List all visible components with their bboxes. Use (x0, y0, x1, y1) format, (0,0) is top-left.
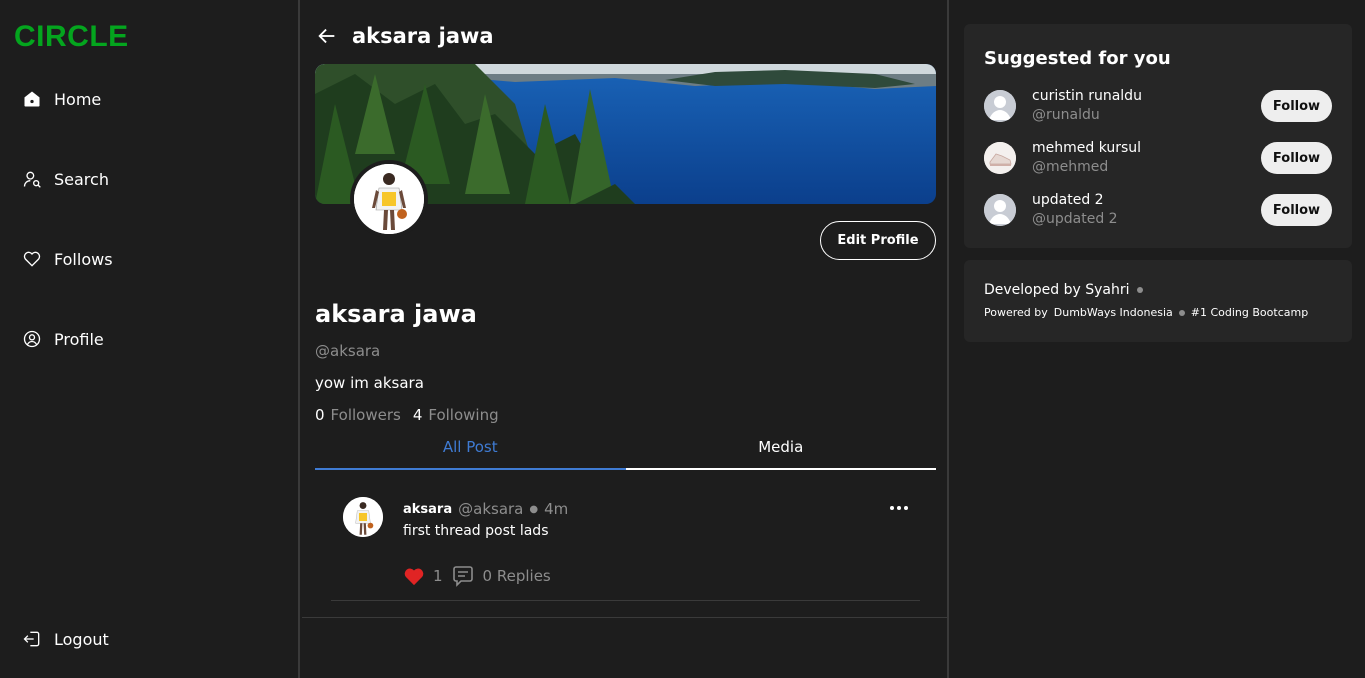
player-avatar-image (354, 164, 424, 234)
post-meta: aksara @aksara ● 4m (403, 500, 568, 518)
suggested-user: curistin runaldu @runaldu Follow (984, 88, 1332, 128)
edit-profile-button[interactable]: Edit Profile (820, 221, 936, 260)
suggested-user-name[interactable]: mehmed kursul (1032, 140, 1141, 156)
nav-follows-label: Follows (54, 249, 113, 269)
profile-name: aksara jawa (315, 300, 477, 328)
logo[interactable]: CIRCLE (14, 20, 129, 54)
divider (302, 617, 949, 618)
separator-dot: ● (529, 503, 539, 515)
nav-profile-label: Profile (54, 329, 104, 349)
suggested-title: Suggested for you (984, 48, 1171, 69)
profile-stats: 0 Followers 4 Following (315, 406, 505, 424)
profile-bio: yow im aksara (315, 374, 424, 392)
powered-by: Powered by DumbWays Indonesia #1 Coding … (984, 306, 1308, 319)
nav-search-label: Search (54, 169, 109, 189)
player-avatar-image (343, 497, 383, 537)
developer-card: Developed by Syahri Powered by DumbWays … (964, 260, 1352, 342)
suggested-user-name[interactable]: curistin runaldu (1032, 88, 1142, 104)
nav-logout[interactable]: Logout (22, 629, 109, 649)
heart-filled-icon (404, 568, 424, 586)
home-icon (24, 91, 40, 107)
heart-icon (23, 251, 41, 267)
sneaker-avatar[interactable] (984, 142, 1016, 174)
user-placeholder-icon[interactable] (984, 194, 1016, 226)
suggested-user-handle: @mehmed (1032, 159, 1109, 175)
developed-by-text: Developed by Syahri (984, 282, 1130, 298)
page-header: aksara jawa (316, 24, 494, 48)
nav-search[interactable]: Search (22, 169, 109, 189)
replies-button[interactable]: 0 Replies (451, 564, 551, 588)
suggested-card: Suggested for you curistin runaldu @runa… (964, 24, 1352, 248)
profile-avatar (350, 160, 428, 238)
comment-icon (452, 566, 473, 587)
post-text: first thread post lads (403, 523, 549, 539)
follow-button[interactable]: Follow (1261, 142, 1332, 174)
following-count: 4 (412, 406, 423, 424)
page-title: aksara jawa (352, 24, 494, 48)
tab-all-post[interactable]: All Post (315, 434, 626, 470)
like-count: 1 (433, 567, 443, 585)
right-column: Suggested for you curistin runaldu @runa… (951, 0, 1365, 678)
separator-dot (1178, 309, 1185, 316)
follow-button[interactable]: Follow (1261, 194, 1332, 226)
profile-tabs: All Post Media (315, 434, 936, 470)
developed-by: Developed by Syahri (984, 282, 1144, 298)
back-arrow-icon[interactable] (316, 25, 338, 47)
sidebar: CIRCLE Home Search Follows Profile Logou… (0, 0, 300, 678)
app-root: CIRCLE Home Search Follows Profile Logou… (0, 0, 1365, 678)
suggested-user-handle: @updated 2 (1032, 211, 1118, 227)
main-column: aksara jawa Edit Profile aksara jawa @ak… (302, 0, 949, 678)
post-avatar[interactable] (343, 497, 383, 537)
suggested-user: updated 2 @updated 2 Follow (984, 192, 1332, 232)
post-time: 4m (544, 500, 569, 518)
follow-button[interactable]: Follow (1261, 90, 1332, 122)
nav-home-label: Home (54, 89, 102, 109)
followers-count: 0 (315, 406, 325, 424)
user-placeholder-icon[interactable] (984, 90, 1016, 122)
post-actions: 1 0 Replies (403, 564, 551, 588)
post-author[interactable]: aksara (403, 502, 452, 517)
user-search-icon (23, 171, 41, 188)
company-link[interactable]: DumbWays Indonesia (1054, 306, 1173, 319)
more-options-icon[interactable] (887, 498, 911, 518)
logout-icon (23, 631, 40, 647)
tab-media[interactable]: Media (625, 434, 936, 470)
suggested-user: mehmed kursul @mehmed Follow (984, 140, 1332, 180)
like-button[interactable]: 1 (403, 566, 443, 586)
followers-label[interactable]: Followers (331, 406, 401, 424)
nav-profile[interactable]: Profile (22, 329, 104, 349)
suggested-user-name[interactable]: updated 2 (1032, 192, 1104, 208)
powered-by-label: Powered by (984, 306, 1048, 319)
tagline: #1 Coding Bootcamp (1190, 306, 1309, 319)
replies-count: 0 Replies (482, 567, 551, 585)
nav-follows[interactable]: Follows (22, 249, 113, 269)
post-handle: @aksara (458, 500, 524, 518)
profile-handle: @aksara (315, 342, 381, 360)
nav-logout-label: Logout (54, 629, 109, 649)
suggested-user-handle: @runaldu (1032, 107, 1100, 123)
user-circle-icon (23, 330, 41, 348)
following-label[interactable]: Following (428, 406, 498, 424)
nav-home[interactable]: Home (22, 89, 101, 109)
thread-post[interactable]: aksara @aksara ● 4m first thread post la… (331, 484, 920, 601)
separator-dot (1137, 287, 1144, 293)
